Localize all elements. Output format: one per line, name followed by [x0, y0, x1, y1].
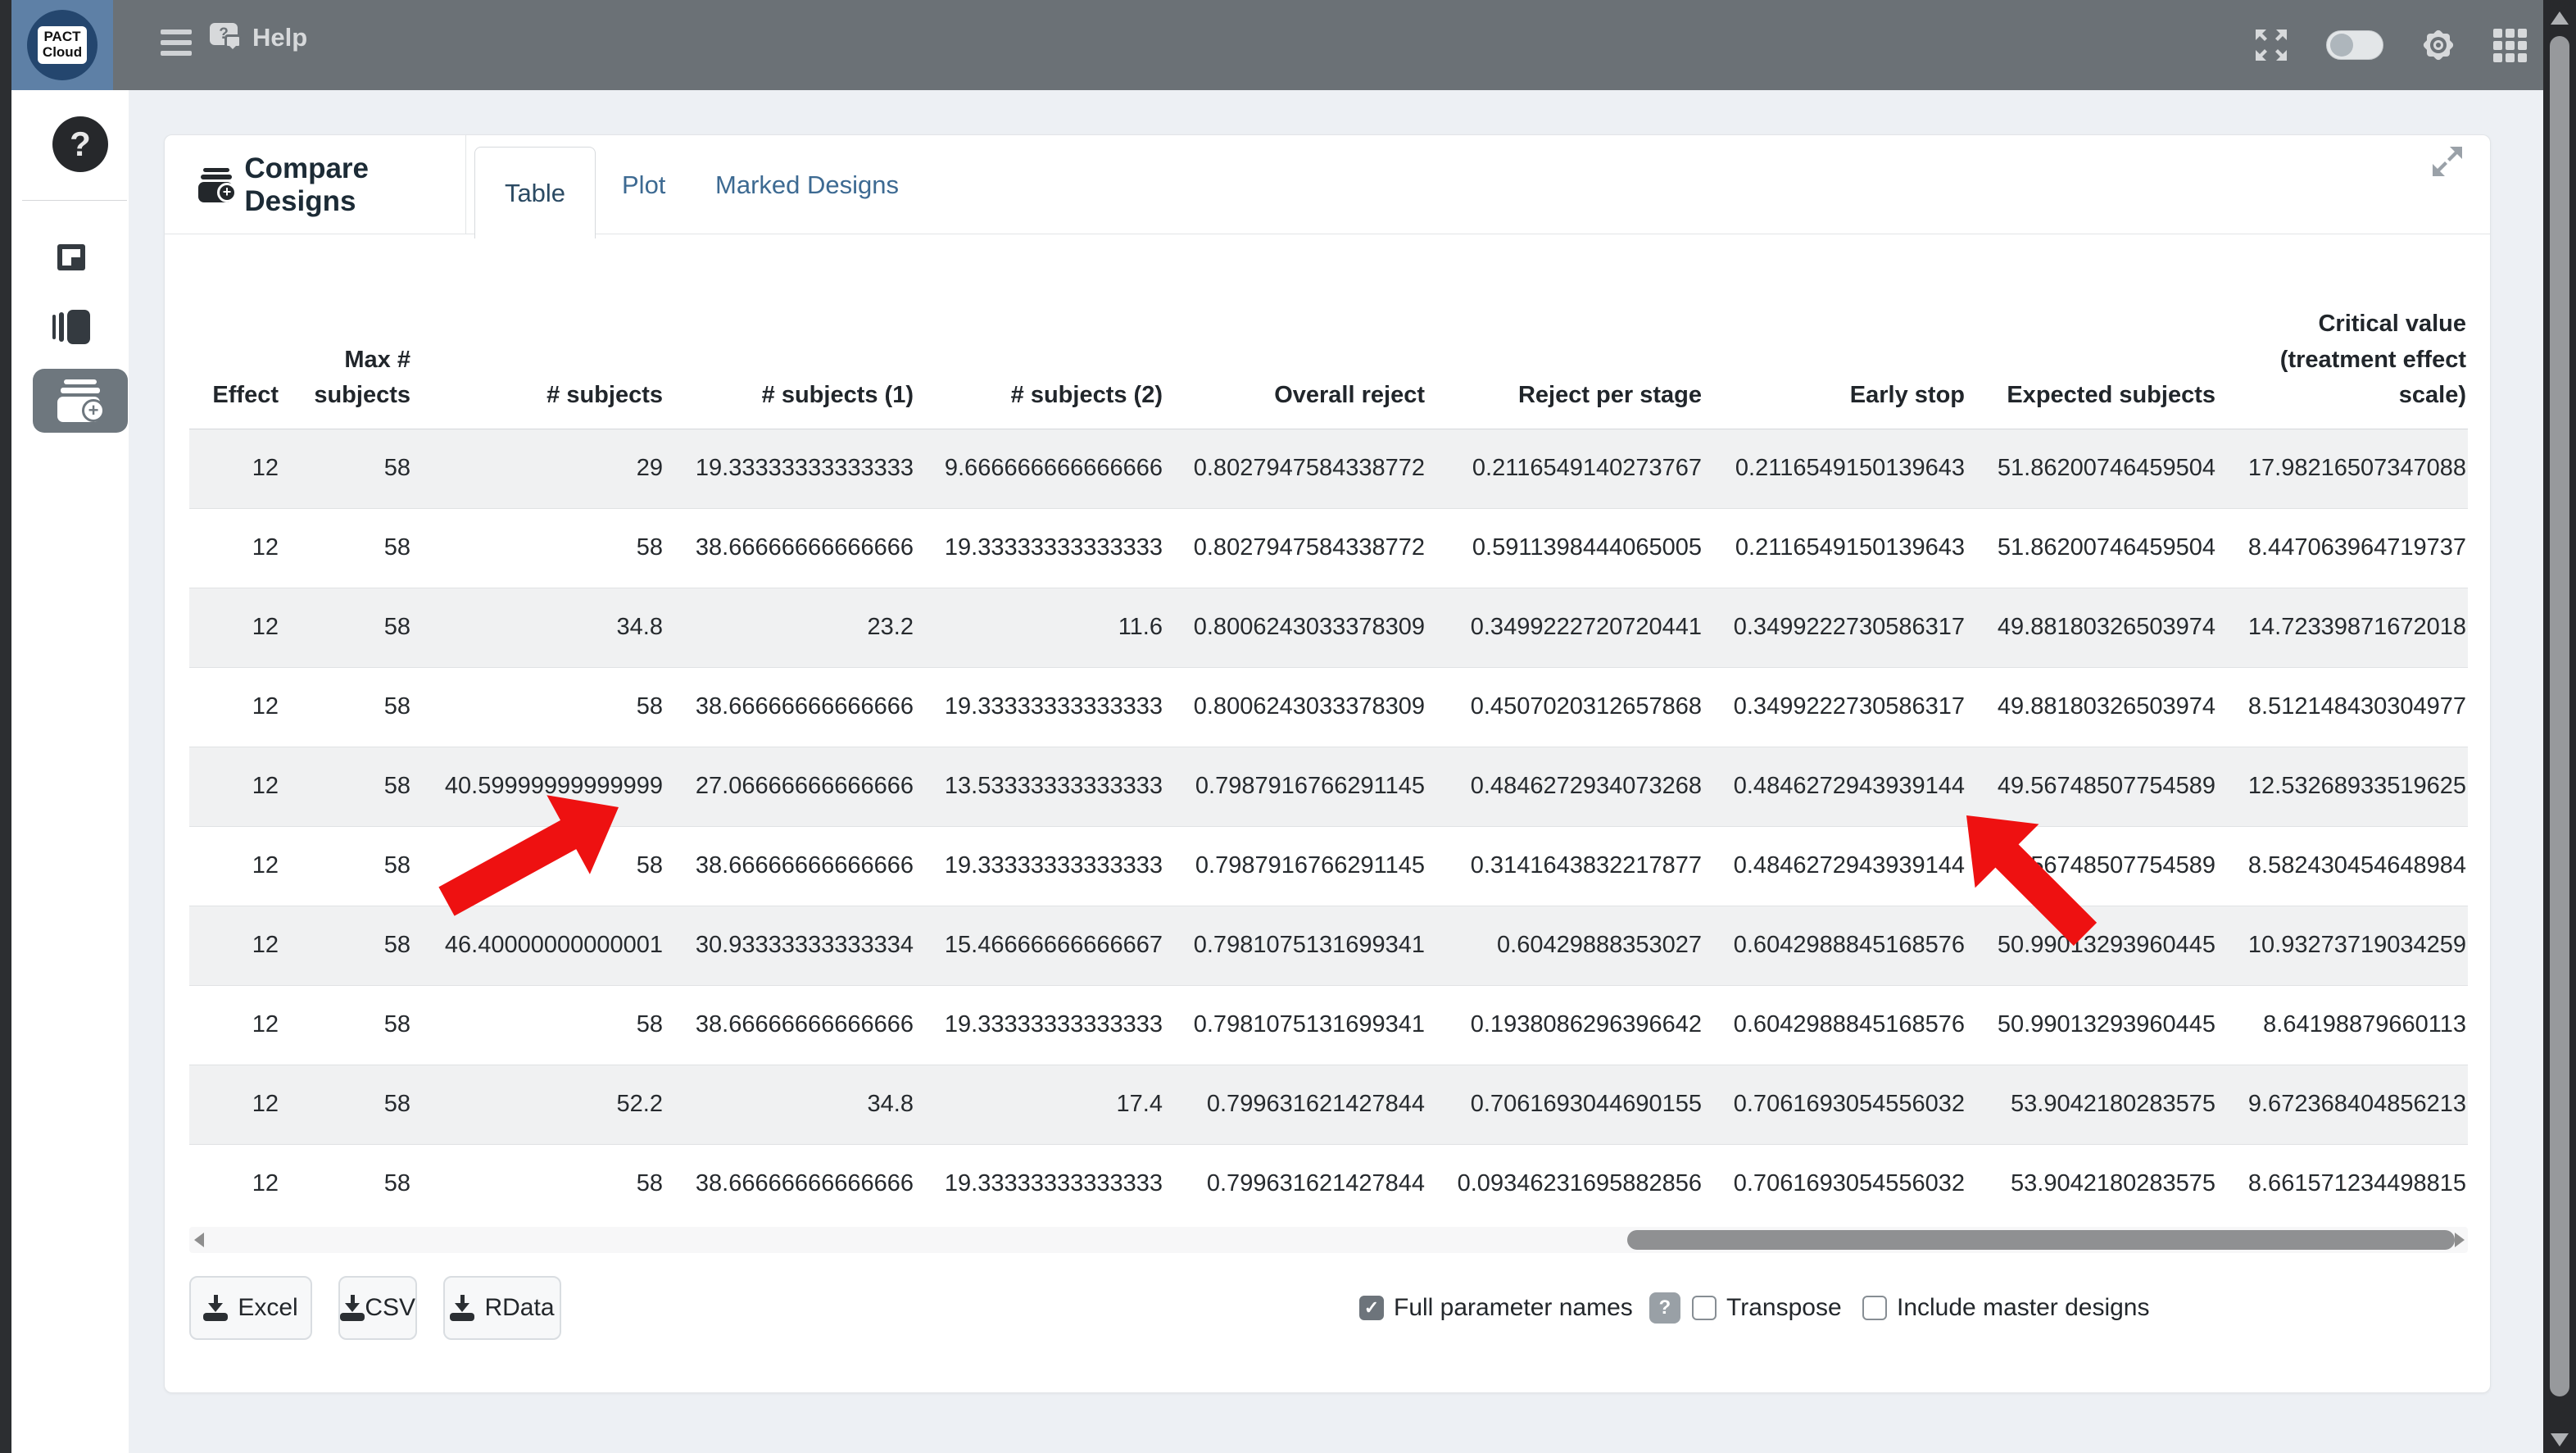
table-row: 125834.823.211.60.80062430333783090.3499… [189, 588, 2468, 667]
scroll-down-arrow-icon[interactable] [2551, 1433, 2569, 1446]
sidebar-item-cards[interactable] [52, 310, 90, 344]
column-header: Expected subjects [1966, 293, 2217, 429]
plus-badge-icon: + [82, 399, 105, 422]
table-row: 125846.4000000000000130.9333333333333415… [189, 906, 2468, 985]
tab-marked-designs[interactable]: Marked Designs [715, 135, 899, 234]
table-row: 125840.5999999999999927.0666666666666613… [189, 747, 2468, 826]
logo-line1: PACT [43, 30, 82, 45]
pact-cloud-logo-icon: PACT Cloud [27, 10, 98, 80]
export-rdata-button[interactable]: RData [443, 1276, 561, 1340]
download-icon [340, 1295, 355, 1321]
checkbox-include-master-designs[interactable]: Include master designs [1862, 1276, 2150, 1340]
table-row: 12585838.6666666666666619.33333333333333… [189, 985, 2468, 1065]
vertical-scrollbar-thumb[interactable] [2550, 36, 2569, 1396]
export-csv-button[interactable]: CSV [338, 1276, 417, 1340]
tab-table[interactable]: Table [474, 147, 596, 238]
card-header: + Compare Designs Table Plot Marked Desi… [165, 135, 2490, 234]
table-row: 12585838.6666666666666619.33333333333333… [189, 826, 2468, 906]
table-row: 125852.234.817.40.7996316214278440.70616… [189, 1065, 2468, 1144]
table-horizontal-scrollbar[interactable] [189, 1227, 2468, 1253]
tab-plot[interactable]: Plot [622, 135, 665, 234]
grid-icon[interactable] [2493, 29, 2527, 62]
sidebar-divider [22, 200, 127, 201]
sidebar-item-compare-designs[interactable]: + [33, 369, 128, 433]
column-header: # subjects [412, 293, 664, 429]
plus-badge-icon: + [217, 183, 237, 202]
column-header: Reject per stage [1426, 293, 1703, 429]
expand-icon[interactable] [2429, 143, 2465, 179]
help-chat-icon: ? [210, 23, 244, 52]
scroll-up-arrow-icon[interactable] [2551, 11, 2569, 25]
gear-icon[interactable] [2420, 26, 2457, 64]
top-bar: PACT Cloud ? Help [0, 0, 2576, 90]
table-row: 12582919.333333333333339.666666666666666… [189, 429, 2468, 508]
column-header: Overall reject [1164, 293, 1426, 429]
compare-designs-card: + Compare Designs Table Plot Marked Desi… [164, 134, 2491, 1393]
column-header: Critical value (treatment effect scale) [2217, 293, 2468, 429]
question-avatar[interactable]: ? [52, 116, 108, 172]
scroll-right-arrow-icon[interactable] [2455, 1233, 2465, 1247]
scrollbar-thumb[interactable] [1627, 1230, 2455, 1250]
column-header: Effect [189, 293, 280, 429]
card-title-box: + Compare Designs [165, 135, 466, 234]
sidebar: ? + [11, 90, 129, 1453]
column-header: Early stop [1703, 293, 1966, 429]
table-row: 12585838.6666666666666619.33333333333333… [189, 667, 2468, 747]
designs-table: EffectMax # subjects# subjects# subjects… [189, 293, 2468, 1224]
table-body: 12582919.333333333333339.666666666666666… [189, 429, 2468, 1224]
table-row: 12585838.6666666666666619.33333333333333… [189, 1144, 2468, 1224]
help-label: Help [252, 23, 307, 52]
column-header: # subjects (1) [664, 293, 915, 429]
hamburger-menu-icon[interactable] [161, 30, 193, 61]
export-buttons: Excel CSV RData [189, 1276, 561, 1340]
table-header-row: EffectMax # subjects# subjects# subjects… [189, 293, 2468, 429]
table-footer-controls: Excel CSV RData ✓Full parameter names?Tran… [189, 1276, 2468, 1340]
checkbox-box[interactable] [1862, 1296, 1887, 1320]
compare-designs-icon: + [54, 379, 107, 422]
download-icon [450, 1295, 474, 1321]
logo-line2: Cloud [43, 45, 82, 61]
column-header: Max # subjects [280, 293, 412, 429]
main-content: + Compare Designs Table Plot Marked Desi… [129, 90, 2543, 1453]
export-excel-button[interactable]: Excel [189, 1276, 312, 1340]
checkbox-box[interactable] [1692, 1296, 1717, 1320]
app-logo[interactable]: PACT Cloud [11, 0, 113, 90]
checkbox-transpose[interactable]: Transpose [1692, 1276, 1842, 1340]
window-edge [0, 0, 11, 1453]
column-header: # subjects (2) [915, 293, 1164, 429]
page-title: Compare Designs [244, 152, 465, 218]
help-button[interactable]: ? Help [210, 23, 307, 52]
scroll-left-arrow-icon[interactable] [194, 1233, 204, 1247]
sidebar-item-designs[interactable] [57, 244, 85, 270]
compare-designs-title-icon: + [196, 168, 233, 202]
dark-mode-toggle[interactable] [2326, 30, 2383, 60]
checkbox-full-parameter-names[interactable]: ✓Full parameter names? [1359, 1276, 1680, 1340]
arrows-out-icon[interactable] [2252, 26, 2290, 64]
table-row: 12585838.6666666666666619.33333333333333… [189, 508, 2468, 588]
download-icon [203, 1295, 228, 1321]
help-badge[interactable]: ? [1649, 1292, 1680, 1324]
checkbox-box[interactable]: ✓ [1359, 1296, 1384, 1320]
browser-vertical-scrollbar[interactable] [2543, 0, 2576, 1453]
